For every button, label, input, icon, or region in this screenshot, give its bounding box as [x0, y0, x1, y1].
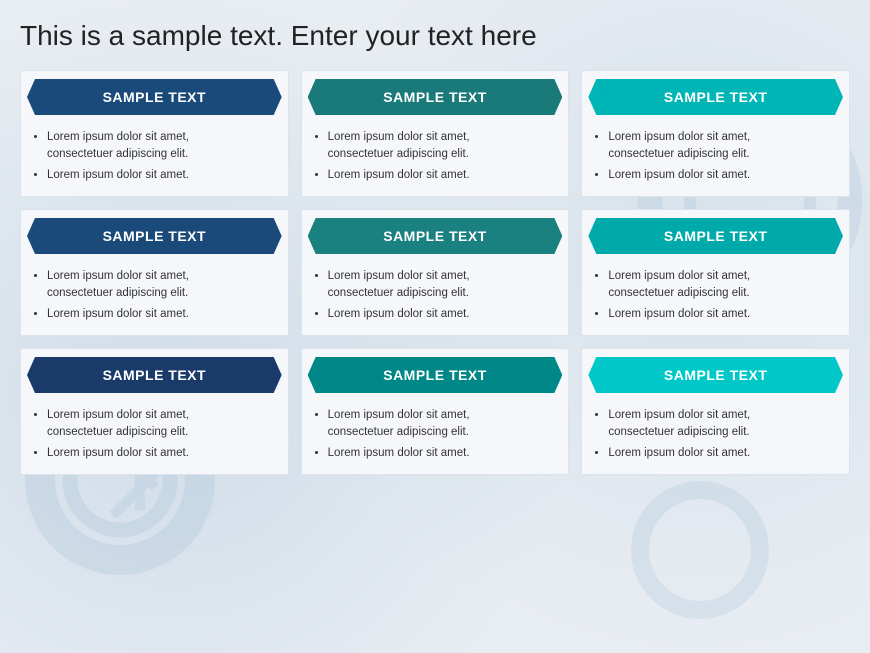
list-item: Lorem ipsum dolor sit amet,consectetuer … [328, 407, 557, 440]
list-item: Lorem ipsum dolor sit amet,consectetuer … [608, 129, 837, 162]
card-9-body: Lorem ipsum dolor sit amet,consectetuer … [582, 401, 849, 474]
card-3-body: Lorem ipsum dolor sit amet,consectetuer … [582, 123, 849, 196]
card-5: SAMPLE TEXT Lorem ipsum dolor sit amet,c… [301, 209, 570, 336]
card-9: SAMPLE TEXT Lorem ipsum dolor sit amet,c… [581, 348, 850, 475]
list-item: Lorem ipsum dolor sit amet,consectetuer … [328, 129, 557, 162]
card-7-body: Lorem ipsum dolor sit amet,consectetuer … [21, 401, 288, 474]
card-5-header: SAMPLE TEXT [308, 218, 563, 254]
card-8-body: Lorem ipsum dolor sit amet,consectetuer … [302, 401, 569, 474]
card-2-body: Lorem ipsum dolor sit amet,consectetuer … [302, 123, 569, 196]
card-6-header: SAMPLE TEXT [588, 218, 843, 254]
card-1-header: SAMPLE TEXT [27, 79, 282, 115]
card-1: SAMPLE TEXT Lorem ipsum dolor sit amet,c… [20, 70, 289, 197]
page-title: This is a sample text. Enter your text h… [20, 20, 850, 52]
list-item: Lorem ipsum dolor sit amet,consectetuer … [47, 268, 276, 301]
list-item: Lorem ipsum dolor sit amet. [328, 167, 557, 184]
list-item: Lorem ipsum dolor sit amet. [608, 445, 837, 462]
list-item: Lorem ipsum dolor sit amet. [47, 306, 276, 323]
list-item: Lorem ipsum dolor sit amet,consectetuer … [608, 407, 837, 440]
list-item: Lorem ipsum dolor sit amet. [328, 306, 557, 323]
list-item: Lorem ipsum dolor sit amet. [47, 445, 276, 462]
card-4-body: Lorem ipsum dolor sit amet,consectetuer … [21, 262, 288, 335]
card-3: SAMPLE TEXT Lorem ipsum dolor sit amet,c… [581, 70, 850, 197]
list-item: Lorem ipsum dolor sit amet. [47, 167, 276, 184]
main-content: This is a sample text. Enter your text h… [0, 0, 870, 490]
card-6-body: Lorem ipsum dolor sit amet,consectetuer … [582, 262, 849, 335]
list-item: Lorem ipsum dolor sit amet. [608, 306, 837, 323]
card-8-header: SAMPLE TEXT [308, 357, 563, 393]
card-6: SAMPLE TEXT Lorem ipsum dolor sit amet,c… [581, 209, 850, 336]
list-item: Lorem ipsum dolor sit amet,consectetuer … [608, 268, 837, 301]
list-item: Lorem ipsum dolor sit amet. [328, 445, 557, 462]
card-8: SAMPLE TEXT Lorem ipsum dolor sit amet,c… [301, 348, 570, 475]
card-7: SAMPLE TEXT Lorem ipsum dolor sit amet,c… [20, 348, 289, 475]
card-2-header: SAMPLE TEXT [308, 79, 563, 115]
card-7-header: SAMPLE TEXT [27, 357, 282, 393]
card-1-body: Lorem ipsum dolor sit amet,consectetuer … [21, 123, 288, 196]
list-item: Lorem ipsum dolor sit amet. [608, 167, 837, 184]
card-9-header: SAMPLE TEXT [588, 357, 843, 393]
card-2: SAMPLE TEXT Lorem ipsum dolor sit amet,c… [301, 70, 570, 197]
card-3-header: SAMPLE TEXT [588, 79, 843, 115]
card-4-header: SAMPLE TEXT [27, 218, 282, 254]
list-item: Lorem ipsum dolor sit amet,consectetuer … [328, 268, 557, 301]
list-item: Lorem ipsum dolor sit amet,consectetuer … [47, 407, 276, 440]
card-5-body: Lorem ipsum dolor sit amet,consectetuer … [302, 262, 569, 335]
list-item: Lorem ipsum dolor sit amet,consectetuer … [47, 129, 276, 162]
card-4: SAMPLE TEXT Lorem ipsum dolor sit amet,c… [20, 209, 289, 336]
cards-grid: SAMPLE TEXT Lorem ipsum dolor sit amet,c… [20, 70, 850, 475]
